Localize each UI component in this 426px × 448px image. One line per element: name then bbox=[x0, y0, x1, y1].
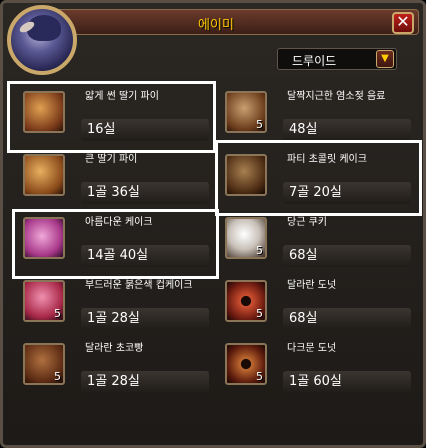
item-price: 14골 40실 bbox=[81, 245, 209, 267]
close-icon: ✕ bbox=[396, 12, 410, 31]
item-name: 달라란 도넛 bbox=[287, 280, 337, 291]
item-slot[interactable]: 얇게 썬 딸기 파이 16실 bbox=[15, 87, 213, 145]
item-price: 7골 20실 bbox=[283, 182, 411, 204]
item-slot[interactable]: 파티 초콜릿 케이크 7골 20실 bbox=[217, 150, 415, 208]
item-slot[interactable]: 아름다운 케이크 14골 40실 bbox=[15, 213, 213, 271]
item-price: 68실 bbox=[283, 308, 411, 330]
chocolate-cake-icon bbox=[225, 154, 267, 196]
item-name: 얇게 썬 딸기 파이 bbox=[85, 91, 159, 102]
item-name: 당근 쿠키 bbox=[287, 217, 327, 228]
item-slot[interactable]: 5 달라란 초코빵 1골 28실 bbox=[15, 339, 213, 397]
item-price: 1골 28실 bbox=[81, 308, 209, 330]
item-name: 달짝지근한 염소젖 음료 bbox=[287, 91, 386, 102]
item-name: 달라란 초코빵 bbox=[85, 343, 144, 354]
item-name: 큰 딸기 파이 bbox=[85, 154, 138, 165]
item-name: 부드러운 붉은색 컵케이크 bbox=[85, 280, 193, 291]
item-price: 16실 bbox=[81, 119, 209, 141]
merchant-window: 에이미 ✕ 드루이드 ▼ 얇게 썬 딸기 파이 16실 5 달짝지근한 염소젖 … bbox=[0, 0, 426, 448]
title-bar: 에이미 ✕ bbox=[43, 9, 419, 35]
chocolate-bread-icon: 5 bbox=[23, 343, 65, 385]
item-price: 1골 60실 bbox=[283, 371, 411, 393]
carrot-cookie-icon: 5 bbox=[225, 217, 267, 259]
donut-icon: 5 bbox=[225, 280, 267, 322]
item-slot[interactable]: 5 당근 쿠키 68실 bbox=[217, 213, 415, 271]
item-price: 1골 28실 bbox=[81, 371, 209, 393]
item-name: 아름다운 케이크 bbox=[85, 217, 153, 228]
item-price: 68실 bbox=[283, 245, 411, 267]
red-cupcake-icon: 5 bbox=[23, 280, 65, 322]
item-price: 48실 bbox=[283, 119, 411, 141]
item-slot[interactable]: 큰 딸기 파이 1골 36실 bbox=[15, 150, 213, 208]
item-grid: 얇게 썬 딸기 파이 16실 5 달짝지근한 염소젖 음료 48실 큰 딸기 파… bbox=[11, 79, 419, 445]
item-slot[interactable]: 5 다크문 도넛 1골 60실 bbox=[217, 339, 415, 397]
goat-milk-icon: 5 bbox=[225, 91, 267, 133]
merchant-portrait bbox=[7, 5, 77, 75]
window-title: 에이미 bbox=[198, 18, 234, 33]
item-name: 파티 초콜릿 케이크 bbox=[287, 154, 367, 165]
item-slot[interactable]: 5 달라란 도넛 68실 bbox=[217, 276, 415, 334]
strawberry-pie-icon bbox=[23, 154, 65, 196]
class-filter-label: 드루이드 bbox=[292, 54, 337, 68]
item-slot[interactable]: 5 부드러운 붉은색 컵케이크 1골 28실 bbox=[15, 276, 213, 334]
close-button[interactable]: ✕ bbox=[392, 12, 414, 34]
strawberry-pie-slice-icon bbox=[23, 91, 65, 133]
item-name: 다크문 도넛 bbox=[287, 343, 337, 354]
darkmoon-donut-icon: 5 bbox=[225, 343, 267, 385]
pink-cake-icon bbox=[23, 217, 65, 259]
item-price: 1골 36실 bbox=[81, 182, 209, 204]
item-slot[interactable]: 5 달짝지근한 염소젖 음료 48실 bbox=[217, 87, 415, 145]
class-filter-dropdown[interactable]: 드루이드 ▼ bbox=[277, 48, 397, 70]
chevron-down-icon[interactable]: ▼ bbox=[376, 50, 394, 68]
